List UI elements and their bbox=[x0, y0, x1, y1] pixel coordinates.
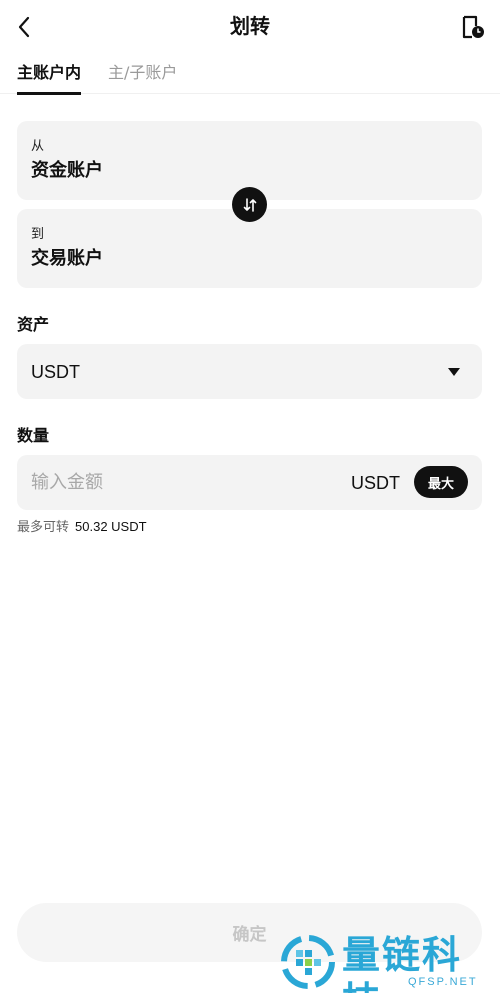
transfer-record-icon bbox=[462, 15, 484, 39]
swap-arrows-icon bbox=[243, 197, 256, 212]
from-account-name: 资金账户 bbox=[31, 160, 103, 181]
to-label: 到 bbox=[31, 227, 45, 242]
tab-sub-account[interactable]: 主/子账户 bbox=[108, 62, 177, 92]
account-tabs: 主账户内 主/子账户 bbox=[0, 58, 500, 95]
available-label: 最多可转 bbox=[17, 520, 70, 535]
to-account-name: 交易账户 bbox=[31, 248, 103, 269]
asset-select[interactable]: USDT bbox=[17, 344, 482, 399]
amount-unit: USDT bbox=[351, 473, 400, 493]
swap-button[interactable] bbox=[232, 187, 267, 222]
quantity-label: 数量 bbox=[17, 426, 50, 445]
caret-down-icon bbox=[448, 368, 460, 376]
page-title: 划转 bbox=[230, 14, 270, 38]
asset-label: 资产 bbox=[17, 315, 50, 334]
available-value: 50.32 USDT bbox=[75, 519, 147, 534]
amount-field: USDT 最大 bbox=[17, 455, 482, 510]
watermark-domain: QFSP.NET bbox=[408, 976, 478, 988]
max-button[interactable]: 最大 bbox=[414, 466, 468, 498]
asset-value: USDT bbox=[31, 362, 80, 382]
from-label: 从 bbox=[31, 139, 45, 154]
watermark: 量链科技 QFSP.NET bbox=[280, 930, 500, 993]
available-balance: 最多可转 50.32 USDT bbox=[17, 518, 147, 537]
watermark-logo-icon bbox=[281, 935, 335, 989]
header: 划转 bbox=[0, 0, 500, 54]
transfer-record-button[interactable] bbox=[458, 12, 488, 42]
tab-main-account[interactable]: 主账户内 bbox=[17, 62, 82, 95]
amount-input[interactable] bbox=[31, 468, 331, 496]
